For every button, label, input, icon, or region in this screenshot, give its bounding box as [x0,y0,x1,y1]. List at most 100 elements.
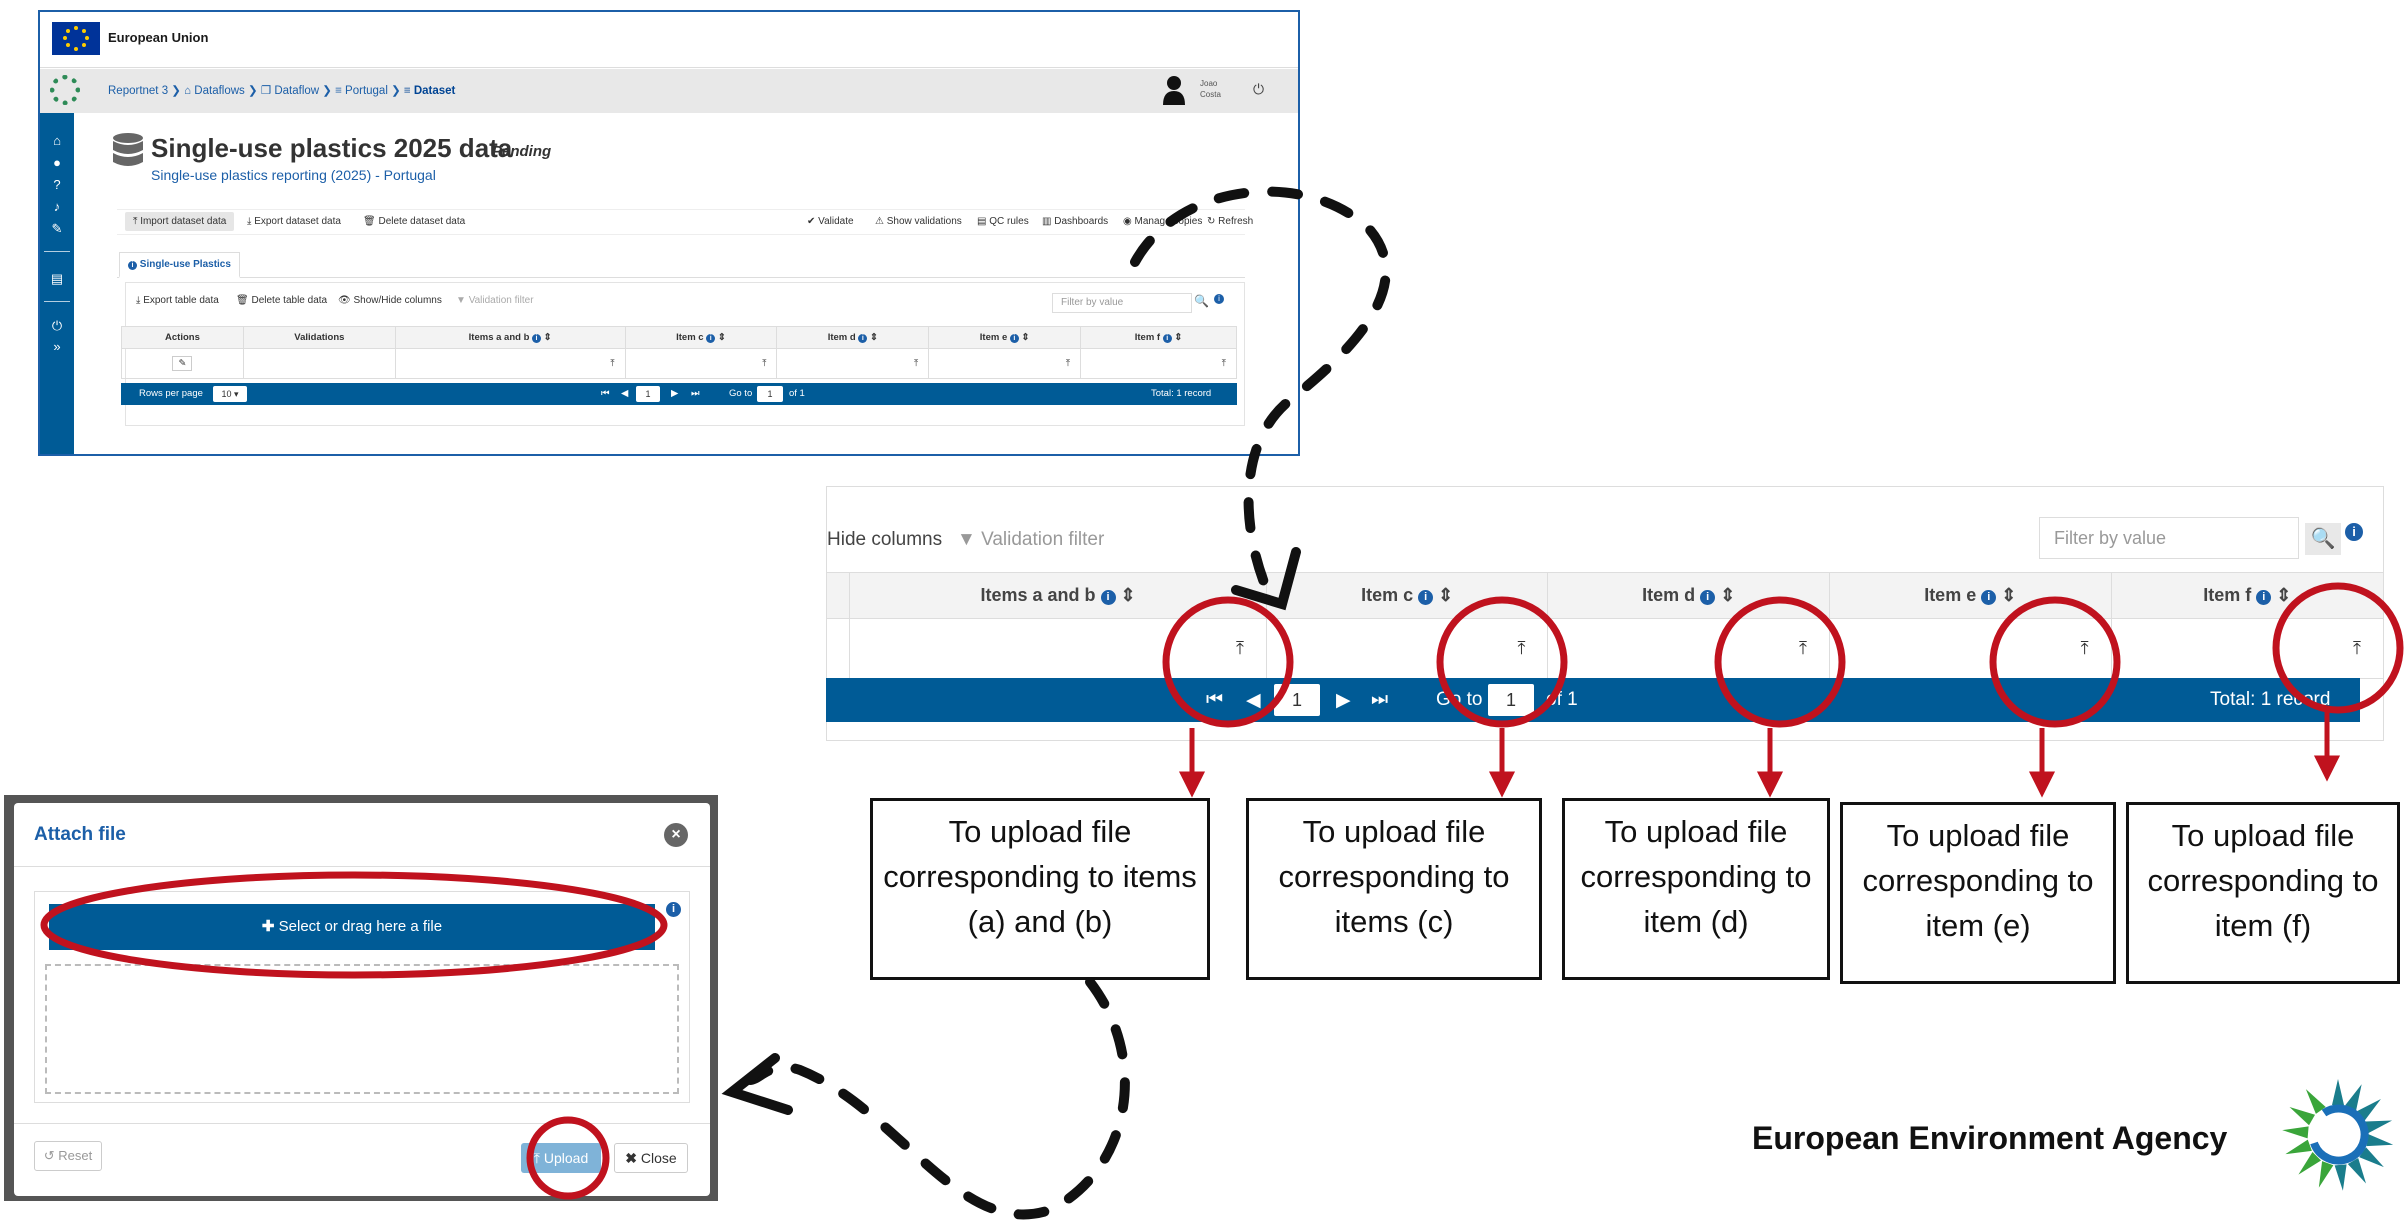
show-validations-button[interactable]: ⚠ Show validations [875,216,962,227]
callout-item-c: To upload file corresponding to items (c… [1246,798,1542,980]
power-icon[interactable]: ⏻ [40,318,74,334]
side-nav: ⌂ ● ? ♪ ✎ ▤ ⏻ » [40,113,74,454]
show-hide-columns-button[interactable]: 👁 Show/Hide columns [338,295,442,306]
upload-button[interactable]: ⤒ Upload [521,1143,601,1173]
flow-arrowhead [721,1053,793,1115]
dashboards-button[interactable]: ▥ Dashboards [1042,216,1108,227]
column-header-item-f[interactable]: Item f i ⇕ [1080,326,1237,349]
validation-filter-button[interactable]: ▼ Validation filter [957,529,1104,551]
refresh-button[interactable]: ↻ Refresh [1207,216,1253,227]
home-icon[interactable]: ⌂ [40,133,74,148]
upload-icon[interactable]: ⤒ [1080,348,1237,379]
clone-icon: ❐ [260,85,272,97]
info-icon: i [1100,590,1116,605]
reset-button[interactable]: ↺ Reset [34,1141,102,1171]
info-icon: i [706,334,716,343]
logout-power-icon[interactable]: ⏻ [1253,81,1264,98]
callout-item-e: To upload file corresponding to item (e) [1840,802,2116,984]
column-header-item-e[interactable]: Item e i ⇕ [928,326,1082,349]
prev-page-icon[interactable]: ◀ [621,388,628,399]
eu-header: European Union [40,12,1298,68]
agency-name: European Environment Agency [1752,1120,2228,1156]
system-notifications-icon[interactable]: ✎ [40,221,74,237]
upload-icon[interactable]: ⤒ [1547,618,1830,679]
export-dataset-button[interactable]: ⤓ Export dataset data [247,216,341,227]
upload-icon[interactable]: ⤒ [1265,618,1549,679]
close-icon[interactable]: × [664,823,688,847]
upload-icon[interactable]: ⤒ [394,348,626,379]
info-icon[interactable]: i [2345,523,2363,541]
next-page-icon[interactable]: ▶ [671,388,678,399]
last-page-icon[interactable]: ⏭ [691,388,700,399]
import-dataset-button[interactable]: ⤒ Import dataset data [125,212,235,231]
validate-button[interactable]: ✔ Validate [807,216,854,227]
breadcrumb-item-dataset: ≡ Dataset [403,85,456,97]
delete-table-button[interactable]: 🗑 Delete table data [236,295,327,306]
select-file-button[interactable]: ✚ Select or drag here a file [49,904,655,950]
eu-label: European Union [108,30,209,45]
dialog-header: Attach file × [14,803,710,867]
first-page-icon[interactable]: ⏮ [1206,689,1223,711]
first-page-icon[interactable]: ⏮ [601,388,610,399]
reportnet-logo-icon[interactable] [50,75,80,105]
expand-icon[interactable]: » [40,339,74,354]
upload-icon[interactable]: ⤒ [624,348,778,379]
eea-logo-icon [2282,1079,2394,1191]
tab-single-use-plastics[interactable]: i Single-use Plastics [119,252,240,278]
file-drop-zone[interactable] [45,964,679,1094]
clipboard-icon[interactable]: ▤ [40,271,74,287]
help-icon[interactable]: ? [40,177,74,192]
filter-input[interactable]: Filter by value [2039,517,2299,559]
upload-icon[interactable]: ⤒ [928,348,1082,379]
prev-page-icon[interactable]: ◀ [1246,689,1261,712]
upload-icon[interactable]: ⤒ [849,618,1267,679]
dashed-flow-path [745,977,1130,1220]
go-to-input[interactable]: 1 [757,386,783,402]
export-table-button[interactable]: ⤓ Export table data [136,295,219,306]
upload-icon: ⤒ [533,1150,540,1166]
callout-item-f: To upload file corresponding to item (f) [2126,802,2400,984]
qc-rules-button[interactable]: ▤ QC rules [977,216,1029,227]
notifications-bell-icon[interactable]: ♪ [40,199,74,214]
column-header-items-a-b[interactable]: Items a and b i ⇕ [394,326,626,349]
info-icon: i [128,261,137,270]
user-avatar-icon[interactable] [1162,75,1186,105]
upload-icon[interactable]: ⤒ [776,348,930,379]
next-page-icon[interactable]: ▶ [1336,689,1351,712]
actions-cell: ✎ [121,348,244,379]
column-header-item-f[interactable]: Item f i ⇕ [2110,572,2385,619]
show-hide-columns-button[interactable]: Hide columns [827,529,942,551]
column-header-item-d[interactable]: Item d i ⇕ [1547,572,1830,619]
column-header-item-d[interactable]: Item d i ⇕ [776,326,930,349]
search-icon[interactable]: 🔍 [2305,523,2341,555]
validation-filter-button[interactable]: ▼ Validation filter [456,295,534,306]
breadcrumb-item-reportnet[interactable]: Reportnet 3 [108,85,168,97]
info-icon[interactable]: i [1214,294,1224,304]
filter-input[interactable]: Filter by value [1052,293,1192,313]
column-header-validations-partial [825,572,851,619]
current-page[interactable]: 1 [636,386,660,402]
column-header-items-a-b[interactable]: Items a and b i ⇕ [849,572,1267,619]
edit-pencil-icon[interactable]: ✎ [172,356,193,371]
rows-per-page-select[interactable]: 10 ▾ [213,386,247,402]
upload-icon[interactable]: ⤒ [1829,618,2112,679]
column-header-item-c[interactable]: Item c i ⇕ [1265,572,1549,619]
go-to-input[interactable]: 1 [1488,684,1534,716]
upload-icon[interactable]: ⤒ [2110,618,2385,679]
search-icon[interactable]: 🔍 [1194,294,1209,308]
column-header-item-c[interactable]: Item c i ⇕ [624,326,778,349]
go-to-label: Go to [729,388,753,399]
current-page[interactable]: 1 [1274,684,1320,716]
info-icon[interactable]: i [666,902,681,917]
user-profile-icon[interactable]: ● [40,155,74,170]
pointer-arrow-head [2028,771,2056,798]
breadcrumb-item-dataflow[interactable]: ❐ Dataflow [261,85,319,97]
delete-dataset-button[interactable]: 🗑 Delete dataset data [363,216,465,227]
manage-copies-button[interactable]: ◉ Manage copies [1123,216,1202,227]
column-header-item-e[interactable]: Item e i ⇕ [1829,572,2112,619]
breadcrumb-item-portugal[interactable]: ≡ Portugal [335,85,388,97]
breadcrumb-item-dataflows[interactable]: ⌂ Dataflows [184,85,245,97]
close-button[interactable]: ✖ Close [614,1143,688,1173]
last-page-icon[interactable]: ⏭ [1371,689,1388,711]
dataset-subtitle-link[interactable]: Single-use plastics reporting (2025) - P… [151,167,436,183]
